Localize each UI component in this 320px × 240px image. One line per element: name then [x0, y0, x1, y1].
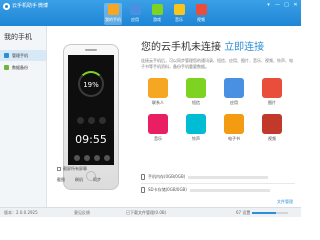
- phone-icon: [107, 4, 119, 15]
- phone-manage-icon: [4, 53, 9, 58]
- sd-card-icon: [141, 187, 145, 193]
- tile-videos[interactable]: 视频: [258, 114, 286, 142]
- nav-label: 音乐: [175, 17, 183, 22]
- contacts-icon: [148, 78, 168, 98]
- progress-fill: [252, 212, 277, 214]
- tile-label: 音乐: [154, 136, 162, 141]
- nav-games[interactable]: 游戏: [148, 3, 166, 25]
- sd-storage-bar: [189, 188, 270, 192]
- checkbox-label: 截屏所有屏幕: [63, 166, 87, 171]
- screen-app-icon: [77, 117, 84, 124]
- main-content: 您的云手机未连接 立即连接 连接云手机后，可以同步管理您的通讯录、短信、应用、图…: [135, 26, 301, 207]
- phone-speaker: [85, 49, 97, 51]
- tile-sms[interactable]: 短信: [182, 78, 210, 106]
- phone-storage-label: 手机内存(0GB/0GB): [148, 174, 186, 179]
- screenshot-option[interactable]: 截屏所有屏幕: [57, 166, 87, 172]
- top-nav: 我的手机 应用 游戏 音乐 视频: [104, 3, 210, 25]
- dock-icon: [104, 155, 110, 161]
- sidebar-item-backup[interactable]: 数据备份: [0, 62, 46, 73]
- picture-icon: [262, 78, 282, 98]
- dock-icon: [94, 155, 100, 161]
- headline-text: 您的云手机未连接: [141, 42, 221, 53]
- apps-icon: [129, 4, 141, 15]
- feedback-link[interactable]: 意见反馈: [74, 210, 90, 216]
- feature-grid: 联系人 短信 应用 图片 音乐 铃声 电子书 视频: [144, 78, 292, 142]
- sidebar-item-label: 数据备份: [12, 64, 28, 70]
- connection-headline: 您的云手机未连接 立即连接: [141, 38, 264, 53]
- app-title: 云手机助手: [12, 3, 38, 9]
- tile-label: 联系人: [152, 100, 164, 105]
- ringtone-icon: [186, 114, 206, 134]
- nav-video[interactable]: 视频: [192, 3, 210, 25]
- flash-button[interactable]: 刷机: [75, 177, 83, 183]
- phone-storage-icon: [141, 174, 145, 180]
- sidebar: 我的手机 管理手机 数据备份: [0, 26, 47, 207]
- tile-ebooks[interactable]: 电子书: [220, 114, 248, 142]
- apps-icon: [224, 78, 244, 98]
- nav-music[interactable]: 音乐: [170, 3, 188, 25]
- video-icon: [262, 114, 282, 134]
- version-text: 版本：2.0.0.2925: [4, 210, 38, 215]
- screenshot-button[interactable]: 截图: [57, 177, 65, 183]
- phone-actions: 截图 刷机 同步: [57, 177, 101, 183]
- close-icon[interactable]: ✕: [292, 2, 299, 8]
- nav-label: 游戏: [153, 17, 161, 22]
- phone-storage-row: 手机内存(0GB/0GB): [141, 172, 295, 182]
- screenshot-checkbox[interactable]: [57, 167, 61, 171]
- music-icon: [173, 4, 185, 15]
- connect-now-link[interactable]: 立即连接: [224, 42, 264, 53]
- nav-label: 我的手机: [105, 17, 121, 22]
- phone-storage-bar: [188, 175, 269, 179]
- description: 连接云手机后，可以同步管理您的通讯录、短信、应用、图片、音乐、视频、铃声、电子书…: [141, 58, 293, 69]
- backup-icon: [4, 65, 9, 70]
- app-logo-icon: [3, 3, 10, 10]
- sms-icon: [186, 78, 206, 98]
- nav-label: 视频: [197, 17, 205, 22]
- game-icon: [151, 4, 163, 15]
- video-icon: [195, 4, 207, 15]
- nav-my-phone[interactable]: 我的手机: [104, 3, 122, 25]
- tile-label: 视频: [268, 136, 276, 141]
- tile-label: 短信: [192, 100, 200, 105]
- title-bar: 云手机助手 微博 我的手机 应用 游戏 音乐 视频 ▾ — □ ✕: [0, 0, 301, 26]
- progress-bar: [252, 212, 288, 214]
- tile-music[interactable]: 音乐: [144, 114, 172, 142]
- sidebar-item-manage-phone[interactable]: 管理手机: [0, 50, 46, 61]
- nav-apps[interactable]: 应用: [126, 3, 144, 25]
- tile-label: 应用: [230, 100, 238, 105]
- phone-clock: 09:55: [75, 133, 107, 146]
- weibo-link[interactable]: 微博: [38, 3, 48, 10]
- sd-storage-row: SD卡存储(0GB/0GB): [141, 185, 295, 195]
- nav-label: 应用: [131, 17, 139, 22]
- progress-label: 67 设置: [236, 210, 251, 215]
- tile-pictures[interactable]: 图片: [258, 78, 286, 106]
- ebook-icon: [224, 114, 244, 134]
- battery-percent: 19%: [83, 81, 99, 89]
- download-manager-link[interactable]: 已下载文件管理(0.0B): [126, 210, 166, 216]
- maximize-icon[interactable]: □: [283, 2, 290, 8]
- divider: [141, 183, 295, 184]
- tile-label: 电子书: [228, 136, 240, 141]
- sidebar-title: 我的手机: [4, 33, 32, 41]
- screen-app-icon: [99, 117, 106, 124]
- tile-ringtones[interactable]: 铃声: [182, 114, 210, 142]
- window-controls: ▾ — □ ✕: [265, 2, 299, 8]
- file-manager-link[interactable]: 文件管理: [277, 199, 293, 205]
- screen-app-icon: [88, 117, 95, 124]
- minimize-icon[interactable]: —: [274, 2, 281, 8]
- tile-label: 铃声: [192, 136, 200, 141]
- tile-contacts[interactable]: 联系人: [144, 78, 172, 106]
- menu-icon[interactable]: ▾: [265, 2, 272, 8]
- status-bar: 版本：2.0.0.2925 意见反馈 已下载文件管理(0.0B) 67 设置: [0, 207, 301, 217]
- sidebar-item-label: 管理手机: [12, 52, 28, 58]
- sd-storage-label: SD卡存储(0GB/0GB): [148, 187, 187, 192]
- sync-button[interactable]: 同步: [93, 177, 101, 183]
- phone-screen: 19% 09:55: [68, 55, 114, 165]
- dock-icon: [74, 155, 80, 161]
- music-icon: [148, 114, 168, 134]
- dock-icon: [84, 155, 90, 161]
- tile-label: 图片: [268, 100, 276, 105]
- phone-panel: 19% 09:55 截屏所有屏幕 截图 刷机 同步: [47, 26, 135, 207]
- tile-apps[interactable]: 应用: [220, 78, 248, 106]
